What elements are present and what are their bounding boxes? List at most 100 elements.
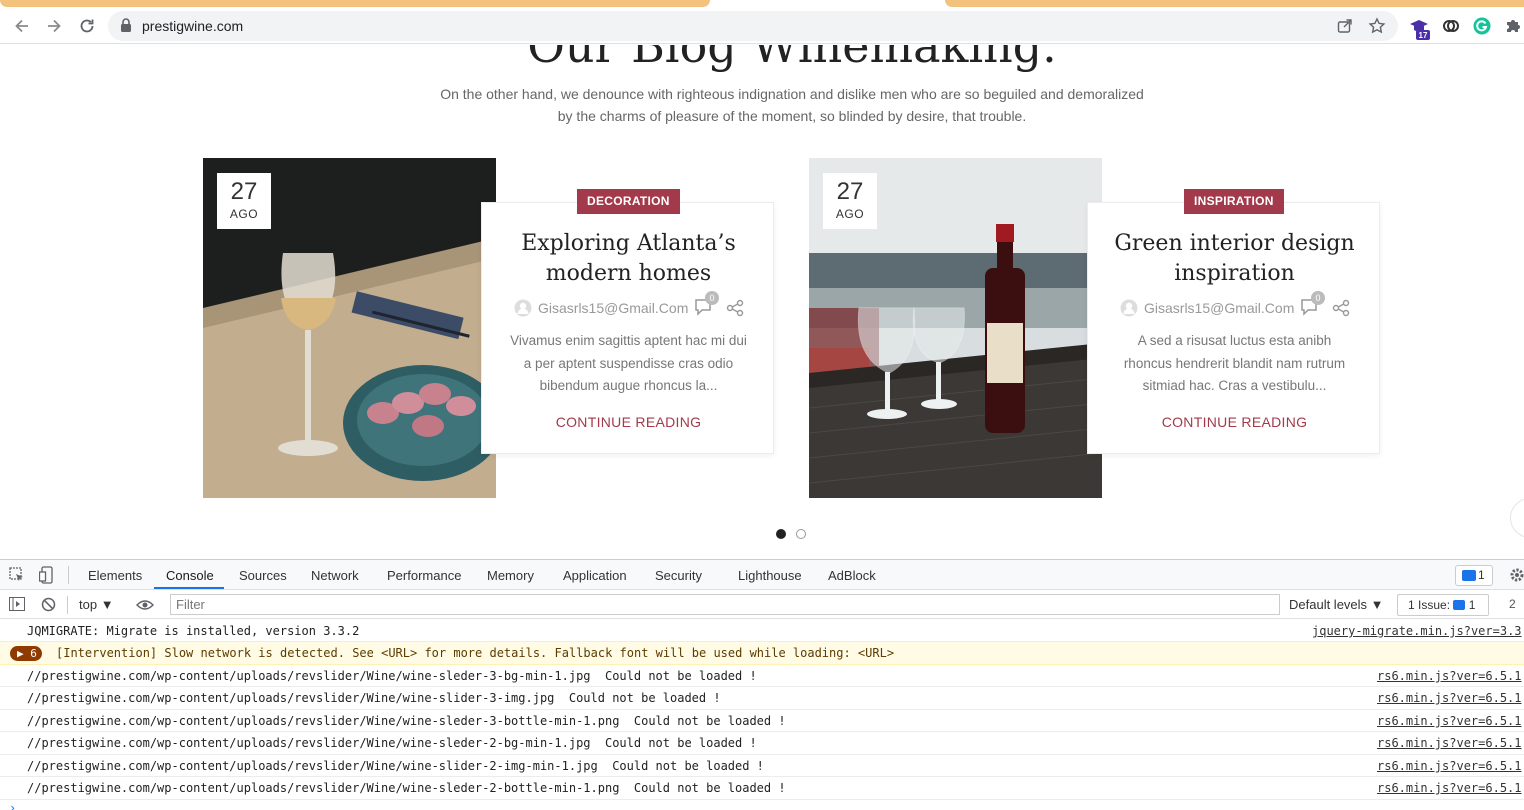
- comment-count: 0: [705, 291, 719, 305]
- pagination-dot-2[interactable]: [796, 529, 806, 539]
- log-source-link[interactable]: jquery-migrate.min.js?ver=3.3: [1312, 624, 1522, 638]
- console-warning-row[interactable]: ▶ 6 [Intervention] Slow network is detec…: [0, 642, 1524, 665]
- issues-label: 1 Issue:: [1408, 598, 1451, 612]
- messages-badge[interactable]: 1: [1455, 565, 1493, 586]
- post-meta: Gisasrls15@Gmail.Com 0: [1120, 291, 1360, 322]
- devtools-panel: Elements Console Sources Network Perform…: [0, 559, 1524, 810]
- tab-lighthouse[interactable]: Lighthouse: [738, 568, 802, 583]
- log-levels-dropdown[interactable]: Default levels ▼: [1289, 597, 1384, 612]
- tab-strip: [0, 0, 1524, 8]
- post-date-day: 27: [230, 178, 258, 205]
- grammarly-icon[interactable]: [1473, 17, 1491, 40]
- post-date-badge: 27 AGO: [217, 173, 271, 229]
- context-value: top: [79, 597, 98, 612]
- lock-icon[interactable]: [120, 18, 132, 38]
- post-date-badge: 27 AGO: [823, 173, 877, 229]
- post-category-badge[interactable]: INSPIRATION: [1184, 189, 1284, 214]
- continue-reading-link[interactable]: CONTINUE READING: [482, 414, 775, 430]
- forward-icon[interactable]: [42, 14, 66, 38]
- log-message: //prestigwine.com/wp-content/uploads/rev…: [27, 669, 757, 683]
- active-tab-indicator: [154, 587, 224, 589]
- issue-icon: [1453, 600, 1466, 610]
- log-source-link[interactable]: rs6.min.js?ver=6.5.1: [1377, 669, 1522, 683]
- hidden-messages-count: 2: [1509, 597, 1516, 611]
- log-message: //prestigwine.com/wp-content/uploads/rev…: [27, 714, 786, 728]
- log-source-link[interactable]: rs6.min.js?ver=6.5.1: [1377, 691, 1522, 705]
- tab-sources[interactable]: Sources: [239, 568, 287, 583]
- post-author[interactable]: Gisasrls15@Gmail.Com: [538, 300, 688, 316]
- post-date-day: 27: [836, 178, 864, 205]
- console-log-row: //prestigwine.com/wp-content/uploads/rev…: [0, 755, 1524, 777]
- console-toolbar: top ▼ Filter Default levels ▼ 1 Issue: 1…: [0, 591, 1524, 619]
- sidebar-toggle-icon[interactable]: [9, 597, 25, 616]
- tab-adblock[interactable]: AdBlock: [828, 568, 876, 583]
- log-message: //prestigwine.com/wp-content/uploads/rev…: [27, 736, 757, 750]
- tab-console[interactable]: Console: [166, 568, 214, 583]
- address-bar[interactable]: prestigwine.com: [108, 11, 1398, 41]
- post-meta: Gisasrls15@Gmail.Com 0: [514, 291, 754, 322]
- post-card: Green interior design inspiration Gisasr…: [1087, 202, 1380, 454]
- post-category-badge[interactable]: DECORATION: [577, 189, 680, 214]
- log-message: //prestigwine.com/wp-content/uploads/rev…: [27, 781, 786, 795]
- share-icon[interactable]: [1332, 299, 1350, 322]
- carousel-next-button[interactable]: [1510, 498, 1524, 538]
- tab-performance[interactable]: Performance: [387, 568, 461, 583]
- share-icon[interactable]: [726, 299, 744, 322]
- log-source-link[interactable]: rs6.min.js?ver=6.5.1: [1377, 759, 1522, 773]
- log-source-link[interactable]: rs6.min.js?ver=6.5.1: [1377, 781, 1522, 795]
- reload-icon[interactable]: [75, 14, 99, 38]
- issues-button[interactable]: 1 Issue: 1: [1397, 594, 1489, 616]
- extensions-puzzle-icon[interactable]: [1504, 17, 1522, 40]
- console-filter-input[interactable]: Filter: [170, 594, 1280, 615]
- warning-repeat-count[interactable]: ▶ 6: [10, 646, 42, 661]
- console-log-row: //prestigwine.com/wp-content/uploads/rev…: [0, 777, 1524, 800]
- console-log-row: //prestigwine.com/wp-content/uploads/rev…: [0, 710, 1524, 732]
- url-text[interactable]: prestigwine.com: [142, 18, 243, 34]
- tab-left[interactable]: [0, 0, 710, 7]
- browser-toolbar: prestigwine.com 17: [0, 8, 1524, 44]
- post-card: Exploring Atlanta’s modern homes Gisasrl…: [481, 202, 774, 454]
- console-log-row: //prestigwine.com/wp-content/uploads/rev…: [0, 732, 1524, 755]
- settings-gear-icon[interactable]: [1509, 567, 1524, 588]
- warning-count-value: 6: [30, 647, 37, 660]
- live-expression-eye-icon[interactable]: [136, 598, 154, 616]
- clear-console-icon[interactable]: [41, 597, 56, 617]
- console-prompt-icon[interactable]: ›: [9, 801, 16, 810]
- device-toolbar-icon[interactable]: [38, 566, 55, 589]
- continue-reading-link[interactable]: CONTINUE READING: [1088, 414, 1381, 430]
- post-image-wine-bottle[interactable]: 27 AGO: [809, 158, 1102, 498]
- log-source-link[interactable]: rs6.min.js?ver=6.5.1: [1377, 714, 1522, 728]
- extension-hat-icon[interactable]: 17: [1408, 17, 1432, 46]
- log-message: JQMIGRATE: Migrate is installed, version…: [27, 624, 360, 638]
- inspect-element-icon[interactable]: [9, 567, 25, 588]
- console-log-row: //prestigwine.com/wp-content/uploads/rev…: [0, 687, 1524, 710]
- tab-elements[interactable]: Elements: [88, 568, 142, 583]
- post-author[interactable]: Gisasrls15@Gmail.Com: [1144, 300, 1294, 316]
- back-icon[interactable]: [10, 14, 34, 38]
- comment-count: 0: [1311, 291, 1325, 305]
- share-page-icon[interactable]: [1336, 17, 1354, 40]
- tab-network[interactable]: Network: [311, 568, 359, 583]
- log-message: //prestigwine.com/wp-content/uploads/rev…: [27, 691, 721, 705]
- post-title[interactable]: Green interior design inspiration: [1088, 229, 1381, 289]
- log-source-link[interactable]: rs6.min.js?ver=6.5.1: [1377, 736, 1522, 750]
- user-icon: [1120, 299, 1138, 322]
- post-title[interactable]: Exploring Atlanta’s modern homes: [482, 229, 775, 289]
- toolbar-separator: [67, 596, 68, 614]
- tab-right[interactable]: [945, 0, 1524, 7]
- tab-memory[interactable]: Memory: [487, 568, 534, 583]
- tab-application[interactable]: Application: [563, 568, 627, 583]
- post-excerpt: A sed a risusat luctus esta anibh rhoncu…: [1123, 333, 1346, 393]
- log-message: [Intervention] Slow network is detected.…: [56, 646, 895, 660]
- tab-security[interactable]: Security: [655, 568, 702, 583]
- web-page: Our Blog Winemaking. On the other hand, …: [0, 45, 1524, 559]
- post-date-month: AGO: [229, 207, 259, 221]
- context-selector[interactable]: top ▼: [79, 597, 114, 612]
- extension-badge-count: 17: [1419, 31, 1428, 40]
- user-icon: [514, 299, 532, 322]
- extension-rings-icon[interactable]: [1442, 17, 1460, 40]
- log-message: //prestigwine.com/wp-content/uploads/rev…: [27, 759, 764, 773]
- post-image-wine-glass[interactable]: 27 AGO: [203, 158, 496, 498]
- pagination-dot-1[interactable]: [776, 529, 786, 539]
- bookmark-star-icon[interactable]: [1368, 17, 1386, 40]
